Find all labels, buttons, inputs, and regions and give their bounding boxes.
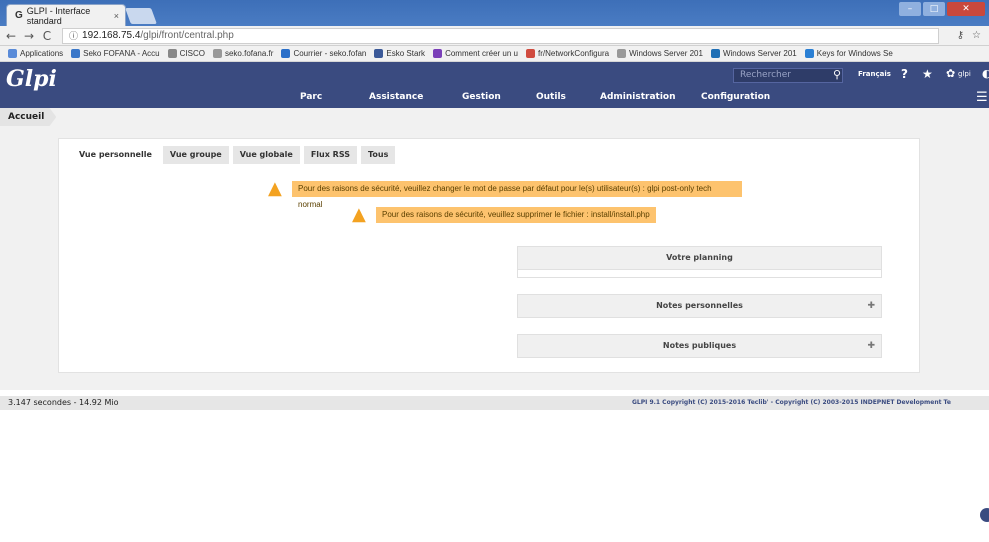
bookmark-item[interactable]: fr/NetworkConfigura <box>525 49 610 58</box>
glpi-header: Glpi Rechercher ⚲ Français ? ★ ✿ glpi ◐ … <box>0 62 989 108</box>
breadcrumb-bar: Accueil <box>0 108 989 126</box>
menu-administration[interactable]: Administration <box>600 92 676 102</box>
scroll-top-button[interactable] <box>980 508 989 522</box>
bookmark-item[interactable]: Keys for Windows Se <box>804 49 893 58</box>
personal-notes-box: Notes personnelles ✚ <box>517 294 882 318</box>
bookmark-label: Seko FOFANA - Accu <box>83 49 160 58</box>
bookmark-label: Windows Server 201 <box>722 49 797 58</box>
bookmark-label: Windows Server 201 <box>629 49 703 58</box>
glpi-logo[interactable]: Glpi <box>6 66 57 92</box>
add-public-note-icon[interactable]: ✚ <box>867 335 875 357</box>
maximize-button[interactable]: □ <box>923 2 945 16</box>
bookmark-icon <box>525 49 535 58</box>
gear-icon[interactable]: ✿ <box>946 67 955 80</box>
bookmark-icon <box>8 49 17 58</box>
bookmark-icon <box>617 49 627 58</box>
tab-flux-rss[interactable]: Flux RSS <box>303 146 357 164</box>
tab-vue-groupe[interactable]: Vue groupe <box>162 146 229 164</box>
tab-tous[interactable]: Tous <box>360 146 396 164</box>
personal-notes-title[interactable]: Notes personnelles <box>518 295 881 317</box>
bookmark-label: Courrier - seko.fofan <box>293 49 367 58</box>
menu-parc[interactable]: Parc <box>300 92 322 102</box>
hamburger-icon[interactable]: ☰ <box>976 90 988 105</box>
bookmark-icon <box>71 49 81 58</box>
bookmark-item[interactable]: Courrier - seko.fofan <box>281 49 366 58</box>
bookmark-label: CISCO <box>179 49 205 58</box>
new-tab-button[interactable] <box>125 8 157 24</box>
menu-assistance[interactable]: Assistance <box>369 92 423 102</box>
main-menu: Parc Assistance Gestion Outils Administr… <box>0 92 989 106</box>
browser-tab[interactable]: G GLPI - Interface standard × <box>6 4 126 26</box>
warning-icon: ▲ <box>352 204 366 225</box>
window-controls: – □ ✕ <box>899 2 985 16</box>
copyright-link[interactable]: GLPI 9.1 Copyright (C) 2015-2016 Teclib'… <box>632 396 951 410</box>
url-host: 192.168.75.4 <box>82 30 141 41</box>
browser-toolbar: ← → C ⓘ 192.168.75.4 /glpi/front/central… <box>0 26 989 46</box>
bookmark-label: Esko Stark <box>386 49 426 58</box>
glpi-favicon-icon: G <box>15 10 23 21</box>
bookmark-icon <box>433 49 443 58</box>
public-notes-box: Notes publiques ✚ <box>517 334 882 358</box>
bookmark-item[interactable]: Comment créer un u <box>433 49 518 58</box>
bookmark-label: Comment créer un u <box>445 49 518 58</box>
search-icon[interactable]: ⚲ <box>833 68 841 81</box>
bookmark-star-icon[interactable]: ★ <box>922 67 933 81</box>
tab-close-icon[interactable]: × <box>114 11 119 21</box>
planning-body <box>518 269 881 277</box>
tab-vue-personnelle[interactable]: Vue personnelle <box>72 146 159 164</box>
bookmark-icon <box>804 49 814 58</box>
bookmark-item[interactable]: Windows Server 201 <box>617 49 703 58</box>
url-path: /glpi/front/central.php <box>140 30 234 41</box>
bookmark-star-icon[interactable]: ☆ <box>972 30 981 41</box>
close-window-button[interactable]: ✕ <box>947 2 985 16</box>
bookmark-icon <box>281 49 291 58</box>
search-input[interactable]: Rechercher <box>733 68 843 83</box>
menu-gestion[interactable]: Gestion <box>462 92 501 102</box>
back-icon[interactable]: ← <box>4 29 18 43</box>
logout-icon[interactable]: ◐ <box>982 67 989 80</box>
bookmark-icon <box>710 49 720 58</box>
page-timing: 3.147 secondes - 14.92 Mio <box>8 398 119 407</box>
menu-outils[interactable]: Outils <box>536 92 566 102</box>
user-name[interactable]: glpi <box>958 70 971 78</box>
add-note-icon[interactable]: ✚ <box>867 295 875 317</box>
bookmark-icon <box>167 49 177 58</box>
minimize-button[interactable]: – <box>899 2 921 16</box>
bookmark-label: Applications <box>20 49 64 58</box>
bookmarks-bar: Applications Seko FOFANA - Accu CISCO seko.… <box>0 46 989 62</box>
help-icon[interactable]: ? <box>901 67 908 81</box>
address-bar[interactable]: ⓘ 192.168.75.4 /glpi/front/central.php <box>62 27 939 44</box>
bookmark-icon <box>212 49 222 58</box>
info-icon[interactable]: ⓘ <box>69 29 78 42</box>
bookmark-item[interactable]: Seko FOFANA - Accu <box>71 49 160 58</box>
forward-icon[interactable]: → <box>22 29 36 43</box>
menu-configuration[interactable]: Configuration <box>701 92 770 102</box>
view-tabs: Vue personnelle Vue groupe Vue globale F… <box>72 146 396 164</box>
tab-title: GLPI - Interface standard <box>26 5 91 26</box>
breadcrumb[interactable]: Accueil <box>0 108 57 126</box>
bookmark-label: fr/NetworkConfigura <box>537 49 610 58</box>
planning-box: Votre planning <box>517 246 882 278</box>
footer: 3.147 secondes - 14.92 Mio GLPI 9.1 Copy… <box>0 396 989 410</box>
browser-titlebar: G GLPI - Interface standard × – □ ✕ <box>0 0 989 26</box>
tab-vue-globale[interactable]: Vue globale <box>232 146 300 164</box>
planning-title[interactable]: Votre planning <box>518 247 881 269</box>
key-icon[interactable]: ⚷ <box>957 30 964 41</box>
bookmark-item[interactable]: Applications <box>8 49 63 58</box>
bookmark-label: Keys for Windows Se <box>816 49 893 58</box>
bookmark-item[interactable]: seko.fofana.fr <box>212 49 274 58</box>
bookmark-item[interactable]: Esko Stark <box>374 49 425 58</box>
bookmark-icon <box>374 49 384 58</box>
warning-password: Pour des raisons de sécurité, veuillez c… <box>292 181 742 209</box>
warning-install-file: Pour des raisons de sécurité, veuillez s… <box>376 207 656 223</box>
bookmark-item[interactable]: CISCO <box>167 49 205 58</box>
reload-icon[interactable]: C <box>40 29 54 43</box>
language-selector[interactable]: Français <box>858 70 891 78</box>
warning-icon: ▲ <box>268 178 282 199</box>
public-notes-title[interactable]: Notes publiques <box>518 335 881 357</box>
bookmark-item[interactable]: Windows Server 201 <box>710 49 797 58</box>
bookmark-label: seko.fofana.fr <box>224 49 274 58</box>
